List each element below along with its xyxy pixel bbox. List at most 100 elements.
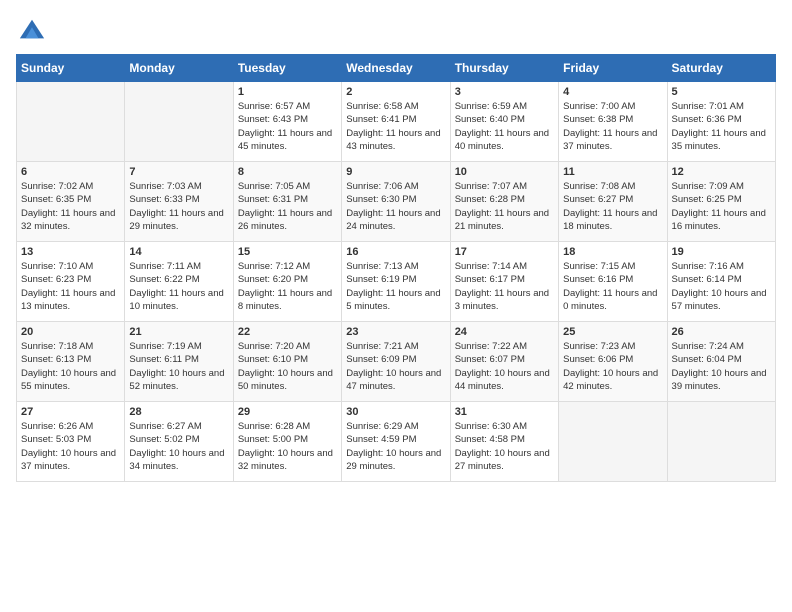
day-cell: 28Sunrise: 6:27 AMSunset: 5:02 PMDayligh…	[125, 402, 233, 482]
day-cell: 12 Sunrise: 7:09 AMSunset: 6:25 PMDayligh…	[667, 162, 775, 242]
week-row-2: 6 Sunrise: 7:02 AMSunset: 6:35 PMDaylight…	[17, 162, 776, 242]
day-info: Sunrise: 6:28 AMSunset: 5:00 PMDaylight:…	[238, 420, 337, 473]
day-number: 18	[563, 246, 662, 258]
day-number: 24	[455, 326, 554, 338]
week-row-3: 13Sunrise: 7:10 AMSunset: 6:23 PMDayligh…	[17, 242, 776, 322]
day-number: 1	[238, 86, 337, 98]
day-info: Sunrise: 7:12 AMSunset: 6:20 PMDaylight:…	[238, 260, 337, 313]
day-cell: 7Sunrise: 7:03 AMSunset: 6:33 PMDaylight…	[125, 162, 233, 242]
day-cell: 24 Sunrise: 7:22 AMSunset: 6:07 PMDayligh…	[450, 322, 558, 402]
calendar-table: SundayMondayTuesdayWednesdayThursdayFrid…	[16, 54, 776, 482]
day-info: Sunrise: 7:13 AMSunset: 6:19 PMDaylight:…	[346, 260, 445, 313]
day-cell: 11 Sunrise: 7:08 AMSunset: 6:27 PMDayligh…	[559, 162, 667, 242]
day-cell: 21Sunrise: 7:19 AMSunset: 6:11 PMDayligh…	[125, 322, 233, 402]
day-cell: 1 Sunrise: 6:57 AMSunset: 6:43 PMDaylight…	[233, 82, 341, 162]
day-number: 20	[21, 326, 120, 338]
day-number: 17	[455, 246, 554, 258]
day-cell: 9 Sunrise: 7:06 AMSunset: 6:30 PMDaylight…	[342, 162, 450, 242]
day-info: Sunrise: 7:22 AMSunset: 6:07 PMDaylight:…	[455, 340, 554, 393]
header-row: SundayMondayTuesdayWednesdayThursdayFrid…	[17, 55, 776, 82]
day-number: 4	[563, 86, 662, 98]
day-info: Sunrise: 7:16 AMSunset: 6:14 PMDaylight:…	[672, 260, 771, 313]
day-info: Sunrise: 7:00 AMSunset: 6:38 PMDaylight:…	[563, 100, 662, 153]
col-header-friday: Friday	[559, 55, 667, 82]
day-number: 25	[563, 326, 662, 338]
logo-icon	[18, 16, 46, 44]
day-info: Sunrise: 6:26 AMSunset: 5:03 PMDaylight:…	[21, 420, 120, 473]
day-cell: 8 Sunrise: 7:05 AMSunset: 6:31 PMDaylight…	[233, 162, 341, 242]
day-info: Sunrise: 7:02 AMSunset: 6:35 PMDaylight:…	[21, 180, 120, 233]
day-cell: 3 Sunrise: 6:59 AMSunset: 6:40 PMDaylight…	[450, 82, 558, 162]
col-header-monday: Monday	[125, 55, 233, 82]
day-cell: 30Sunrise: 6:29 AMSunset: 4:59 PMDayligh…	[342, 402, 450, 482]
day-cell: 17 Sunrise: 7:14 AMSunset: 6:17 PMDayligh…	[450, 242, 558, 322]
page-header	[16, 16, 776, 44]
day-cell: 26 Sunrise: 7:24 AMSunset: 6:04 PMDayligh…	[667, 322, 775, 402]
day-info: Sunrise: 6:59 AMSunset: 6:40 PMDaylight:…	[455, 100, 554, 153]
day-number: 28	[129, 406, 228, 418]
day-cell: 16 Sunrise: 7:13 AMSunset: 6:19 PMDayligh…	[342, 242, 450, 322]
col-header-wednesday: Wednesday	[342, 55, 450, 82]
day-number: 31	[455, 406, 554, 418]
col-header-saturday: Saturday	[667, 55, 775, 82]
logo	[16, 16, 46, 44]
day-info: Sunrise: 7:05 AMSunset: 6:31 PMDaylight:…	[238, 180, 337, 233]
day-cell: 19 Sunrise: 7:16 AMSunset: 6:14 PMDayligh…	[667, 242, 775, 322]
day-cell	[667, 402, 775, 482]
day-cell: 31 Sunrise: 6:30 AMSunset: 4:58 PMDayligh…	[450, 402, 558, 482]
day-info: Sunrise: 6:58 AMSunset: 6:41 PMDaylight:…	[346, 100, 445, 153]
day-cell: 14 Sunrise: 7:11 AMSunset: 6:22 PMDayligh…	[125, 242, 233, 322]
day-number: 12	[672, 166, 771, 178]
day-info: Sunrise: 7:15 AMSunset: 6:16 PMDaylight:…	[563, 260, 662, 313]
day-cell: 22Sunrise: 7:20 AMSunset: 6:10 PMDayligh…	[233, 322, 341, 402]
day-cell: 18 Sunrise: 7:15 AMSunset: 6:16 PMDayligh…	[559, 242, 667, 322]
day-cell: 10Sunrise: 7:07 AMSunset: 6:28 PMDayligh…	[450, 162, 558, 242]
day-number: 3	[455, 86, 554, 98]
day-number: 27	[21, 406, 120, 418]
day-cell	[17, 82, 125, 162]
day-info: Sunrise: 7:09 AMSunset: 6:25 PMDaylight:…	[672, 180, 771, 233]
day-number: 2	[346, 86, 445, 98]
col-header-tuesday: Tuesday	[233, 55, 341, 82]
day-info: Sunrise: 7:01 AMSunset: 6:36 PMDaylight:…	[672, 100, 771, 153]
day-number: 13	[21, 246, 120, 258]
day-cell: 4 Sunrise: 7:00 AMSunset: 6:38 PMDaylight…	[559, 82, 667, 162]
day-number: 8	[238, 166, 337, 178]
week-row-4: 20 Sunrise: 7:18 AMSunset: 6:13 PMDayligh…	[17, 322, 776, 402]
day-cell	[559, 402, 667, 482]
day-number: 29	[238, 406, 337, 418]
day-number: 6	[21, 166, 120, 178]
day-cell: 6 Sunrise: 7:02 AMSunset: 6:35 PMDaylight…	[17, 162, 125, 242]
day-cell: 23Sunrise: 7:21 AMSunset: 6:09 PMDayligh…	[342, 322, 450, 402]
week-row-5: 27 Sunrise: 6:26 AMSunset: 5:03 PMDayligh…	[17, 402, 776, 482]
day-info: Sunrise: 7:08 AMSunset: 6:27 PMDaylight:…	[563, 180, 662, 233]
day-cell: 2 Sunrise: 6:58 AMSunset: 6:41 PMDaylight…	[342, 82, 450, 162]
day-cell: 5 Sunrise: 7:01 AMSunset: 6:36 PMDaylight…	[667, 82, 775, 162]
day-cell	[125, 82, 233, 162]
day-cell: 29 Sunrise: 6:28 AMSunset: 5:00 PMDayligh…	[233, 402, 341, 482]
day-number: 7	[129, 166, 228, 178]
day-number: 26	[672, 326, 771, 338]
day-number: 5	[672, 86, 771, 98]
day-info: Sunrise: 6:29 AMSunset: 4:59 PMDaylight:…	[346, 420, 445, 473]
col-header-thursday: Thursday	[450, 55, 558, 82]
day-info: Sunrise: 7:11 AMSunset: 6:22 PMDaylight:…	[129, 260, 228, 313]
day-info: Sunrise: 6:57 AMSunset: 6:43 PMDaylight:…	[238, 100, 337, 153]
day-number: 15	[238, 246, 337, 258]
day-info: Sunrise: 7:06 AMSunset: 6:30 PMDaylight:…	[346, 180, 445, 233]
col-header-sunday: Sunday	[17, 55, 125, 82]
week-row-1: 1 Sunrise: 6:57 AMSunset: 6:43 PMDaylight…	[17, 82, 776, 162]
day-info: Sunrise: 7:24 AMSunset: 6:04 PMDaylight:…	[672, 340, 771, 393]
day-number: 19	[672, 246, 771, 258]
day-number: 9	[346, 166, 445, 178]
day-number: 14	[129, 246, 228, 258]
day-info: Sunrise: 7:21 AMSunset: 6:09 PMDaylight:…	[346, 340, 445, 393]
day-number: 11	[563, 166, 662, 178]
day-number: 16	[346, 246, 445, 258]
day-cell: 15 Sunrise: 7:12 AMSunset: 6:20 PMDayligh…	[233, 242, 341, 322]
day-info: Sunrise: 7:14 AMSunset: 6:17 PMDaylight:…	[455, 260, 554, 313]
day-info: Sunrise: 6:30 AMSunset: 4:58 PMDaylight:…	[455, 420, 554, 473]
day-info: Sunrise: 7:18 AMSunset: 6:13 PMDaylight:…	[21, 340, 120, 393]
day-info: Sunrise: 7:23 AMSunset: 6:06 PMDaylight:…	[563, 340, 662, 393]
day-info: Sunrise: 7:07 AMSunset: 6:28 PMDaylight:…	[455, 180, 554, 233]
